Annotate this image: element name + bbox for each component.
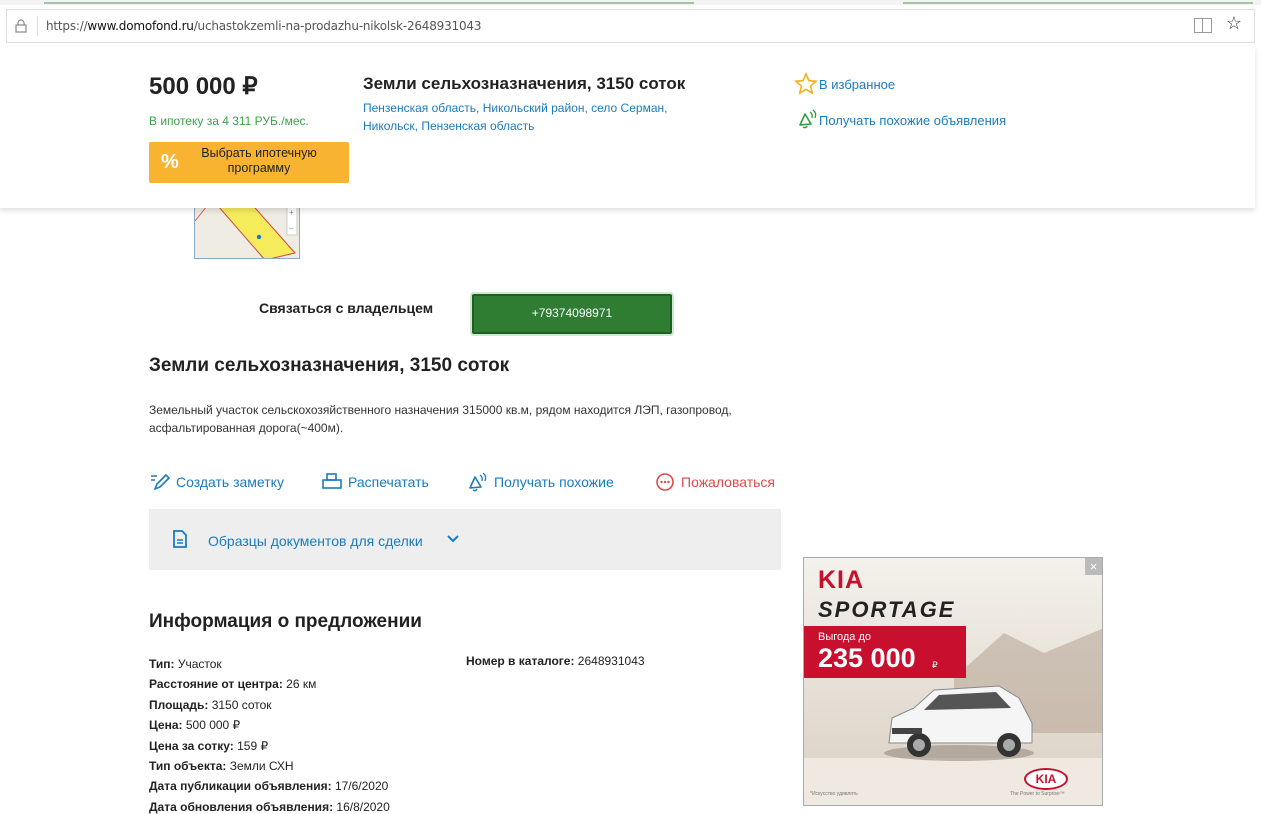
info-row: Площадь: 3150 соток [149, 697, 272, 712]
favorites-label: В избранное [819, 77, 896, 92]
choose-mortgage-button[interactable]: % Выбрать ипотечную программу [149, 142, 349, 183]
ad-model: SPORTAGE [818, 597, 956, 622]
percent-icon: % [161, 151, 179, 173]
promo-label: Выгода до [818, 631, 872, 643]
contact-owner-label: Связаться с владельцем [259, 300, 434, 316]
pencil-note-icon [151, 473, 171, 491]
ad-fine-print: *Искусство удивлять [810, 791, 858, 797]
chevron-down-icon [447, 535, 459, 543]
close-ad-button[interactable]: × [1085, 558, 1102, 575]
reading-view-icon[interactable] [1194, 18, 1212, 33]
promo-value: 235 000 [818, 643, 916, 673]
printer-icon [322, 473, 342, 489]
url-text[interactable]: https://www.domofond.ru/uchastokzemli-na… [46, 19, 481, 33]
info-row: Цена: 500 000 ₽ [149, 718, 241, 733]
offer-info-list: Тип: Участок Расстояние от центра: 26 км… [149, 654, 390, 814]
ad-brand: KIA [818, 566, 865, 594]
info-row: Цена за сотку: 159 ₽ [149, 738, 269, 753]
bell-signal-icon [469, 472, 487, 492]
choose-mortgage-label: Выбрать ипотечную программу [201, 146, 317, 175]
lock-icon [15, 19, 27, 33]
document-icon [173, 530, 187, 548]
catalog-number: Номер в каталоге: 2648931043 [466, 654, 645, 668]
info-row: Дата обновления объявления: 16/8/2020 [149, 799, 390, 814]
info-row: Дата публикации объявления: 17/6/2020 [149, 779, 389, 794]
header-title: Земли сельхозназначения, 3150 соток [363, 74, 686, 93]
kia-sportage-ad[interactable]: × KIA SPORTAGE Выгода до 235 000 ₽ KIA *… [803, 557, 1103, 806]
listing-description: Земельный участок сельскохозяйственного … [149, 403, 732, 435]
info-row: Тип: Участок [149, 657, 222, 671]
ad-slogan: The Power to Surprise™ [1010, 791, 1065, 797]
deal-documents-toggle[interactable]: Образцы документов для сделки [149, 509, 781, 570]
url-box[interactable]: https://www.domofond.ru/uchastokzemli-na… [6, 9, 1255, 43]
svg-text:+: + [289, 208, 294, 217]
info-row: Тип объекта: Земли СХН [149, 759, 294, 774]
bookmark-star-icon[interactable]: ☆ [1226, 13, 1242, 34]
listing-title: Земли сельхозназначения, 3150 соток [149, 355, 510, 376]
tab-strip-edge [0, 0, 1261, 5]
header-address-link[interactable]: Пензенская область, Никольский район, се… [363, 99, 708, 135]
speech-bubble-icon [656, 473, 674, 491]
ad-background [804, 558, 1102, 805]
offer-info-title: Информация о предложении [149, 611, 422, 632]
bell-signal-icon [799, 109, 817, 129]
promo-currency: ₽ [932, 660, 938, 670]
kia-logo: KIA [1024, 768, 1068, 790]
browser-address-bar: https://www.domofond.ru/uchastokzemli-na… [0, 0, 1261, 46]
svg-text:–: – [289, 224, 294, 233]
sticky-listing-header: 500 000 ₽ В ипотеку за 4 311 РУБ./мес. %… [0, 46, 1255, 208]
mortgage-monthly-link[interactable]: В ипотеку за 4 311 РУБ./мес. [149, 114, 309, 128]
subscribe-similar-label: Получать похожие объявления [819, 113, 1007, 128]
ad-promo-banner: Выгода до 235 000 ₽ [804, 626, 966, 678]
show-phone-button[interactable]: +79374098971 [472, 294, 672, 334]
deal-documents-label: Образцы документов для сделки [208, 533, 423, 549]
star-outline-icon [794, 72, 818, 95]
price: 500 000 ₽ [149, 73, 258, 100]
info-row: Расстояние от центра: 26 км [149, 677, 317, 692]
url-separator [37, 16, 38, 36]
